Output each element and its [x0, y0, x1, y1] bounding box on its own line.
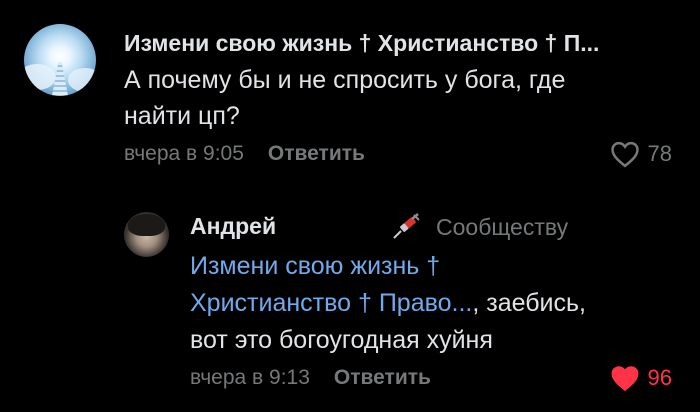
comment-author[interactable]: Андрей: [190, 213, 276, 240]
comment-time: вчера в 9:05: [124, 142, 244, 165]
comment-meta: вчера в 9:05 Ответить: [124, 142, 365, 166]
like-button[interactable]: 96: [610, 364, 672, 392]
like-count: 78: [647, 141, 672, 166]
comment-author[interactable]: Измени свою жизнь † Христианство † П...: [124, 30, 669, 57]
comment-text-line: вот это богоугодная хуйня: [190, 326, 493, 354]
heart-filled-icon: [611, 366, 638, 392]
avatar-cloud: [24, 64, 56, 90]
like-button[interactable]: 78: [610, 140, 672, 168]
mention-link[interactable]: Измени свою жизнь †: [190, 252, 440, 280]
comment-text-fragment: , заебись,: [472, 289, 586, 317]
comment-text-line: найти цп?: [124, 102, 240, 130]
mention-link[interactable]: Христианство † Право...: [190, 289, 472, 317]
community-label: Сообществу: [436, 213, 569, 240]
comment-text-line: А почему бы и не спросить у бога, где: [124, 66, 566, 94]
avatar-cloud: [68, 68, 96, 92]
comment-text-line: Измени свою жизнь †: [190, 248, 660, 285]
reply-button[interactable]: Ответить: [268, 142, 365, 166]
avatar[interactable]: [24, 24, 96, 96]
comment-text: А почему бы и не спросить у бога, где на…: [124, 62, 669, 134]
avatar[interactable]: [124, 212, 169, 257]
comment-1: Измени свою жизнь † Христианство † П... …: [0, 0, 700, 200]
community-reply-label[interactable]: Сообществу: [390, 213, 568, 241]
comment-2: Андрей Сообществу Измени свою жизнь † Хр…: [0, 200, 700, 412]
syringe-icon: [393, 213, 420, 239]
comment-meta: вчера в 9:13 Ответить: [190, 366, 431, 390]
reply-button[interactable]: Ответить: [334, 366, 431, 390]
comment-text: Измени свою жизнь † Христианство † Право…: [190, 248, 660, 359]
comment-time: вчера в 9:13: [190, 366, 310, 389]
comment-text-line: Христианство † Право..., заебись,: [190, 285, 660, 322]
heart-outline-icon: [610, 141, 639, 168]
like-count: 96: [647, 365, 672, 390]
avatar-hair: [128, 214, 165, 236]
